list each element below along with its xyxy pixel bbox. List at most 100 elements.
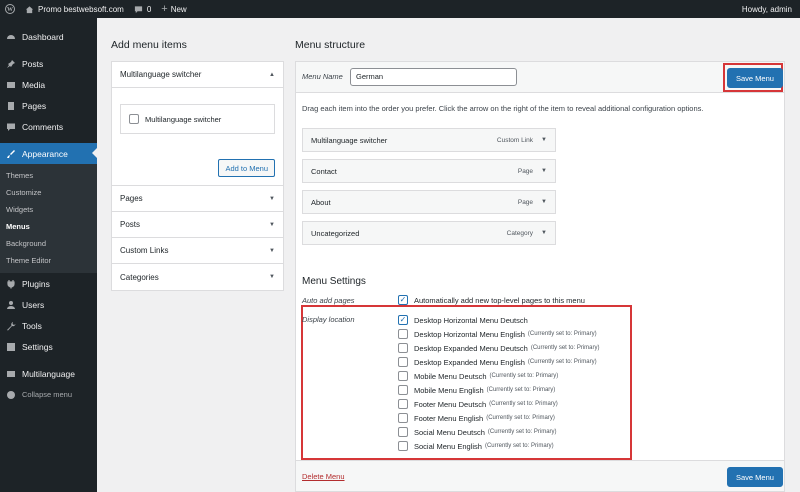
- save-menu-button-bottom[interactable]: Save Menu: [727, 467, 783, 487]
- switcher-checkbox[interactable]: [129, 114, 139, 124]
- sidebar-item-pages[interactable]: Pages: [0, 95, 97, 116]
- chevron-down-icon: ▼: [269, 195, 275, 202]
- accordion-posts[interactable]: Posts ▼: [112, 212, 283, 238]
- sidebar-item-dashboard[interactable]: Dashboard: [0, 26, 97, 47]
- location-checkbox[interactable]: [398, 441, 408, 451]
- location-note: (Currently set to: Primary): [487, 429, 557, 435]
- accordion-categories[interactable]: Categories ▼: [112, 264, 283, 290]
- location-checkbox[interactable]: [398, 357, 408, 367]
- location-name: Desktop Horizontal Menu English: [414, 329, 525, 339]
- sidebar-label: Posts: [22, 58, 44, 69]
- menu-item-uncategorized[interactable]: Uncategorized Category ▼: [302, 221, 556, 245]
- menu-item-title: Uncategorized: [311, 228, 360, 238]
- menu-structure-panel: Menu Name German Save Menu Drag each ite…: [295, 61, 785, 492]
- location-note: (Currently set to: Primary): [484, 443, 554, 449]
- site-name-link[interactable]: Promo bestwebsoft.com: [20, 0, 129, 18]
- new-label: New: [170, 4, 187, 14]
- howdy-account-link[interactable]: Howdy, admin: [737, 0, 800, 18]
- svg-text:W: W: [7, 7, 13, 13]
- new-content-link[interactable]: + New: [156, 0, 191, 18]
- location-checkbox[interactable]: [398, 399, 408, 409]
- menu-name-input[interactable]: German: [350, 68, 517, 86]
- location-checkbox[interactable]: [398, 413, 408, 423]
- sidebar-item-settings[interactable]: Settings: [0, 336, 97, 357]
- location-checkbox[interactable]: [398, 371, 408, 381]
- sidebar-item-plugins[interactable]: Plugins: [0, 273, 97, 294]
- menu-item-type: Page: [517, 198, 534, 206]
- location-name: Desktop Expanded Menu Deutsch: [414, 343, 528, 353]
- submenu-themes[interactable]: Themes: [0, 167, 97, 184]
- sidebar-item-media[interactable]: Media: [0, 74, 97, 95]
- delete-menu-link[interactable]: Delete Menu: [302, 472, 345, 481]
- menu-item-multilanguage-switcher[interactable]: Multilanguage switcher Custom Link ▼: [302, 128, 556, 152]
- sidebar-label: Settings: [22, 341, 53, 352]
- location-checkbox[interactable]: ✓: [398, 315, 408, 325]
- chevron-down-icon[interactable]: ▼: [541, 168, 547, 174]
- sidebar-item-multilanguage[interactable]: Multilanguage: [0, 363, 97, 384]
- chevron-down-icon: ▼: [269, 274, 275, 280]
- location-option: Mobile Menu English (Currently set to: P…: [398, 384, 555, 396]
- sidebar-item-comments[interactable]: Comments: [0, 116, 97, 137]
- media-icon: [7, 81, 15, 88]
- sidebar-label: Comments: [22, 121, 64, 132]
- switcher-item-list: Multilanguage switcher: [120, 104, 275, 134]
- chevron-down-icon[interactable]: ▼: [541, 137, 547, 143]
- add-menu-items-heading: Add menu items: [111, 39, 187, 51]
- comments-link[interactable]: 0: [129, 0, 156, 18]
- location-checkbox[interactable]: [398, 427, 408, 437]
- accordion-custom-links[interactable]: Custom Links ▼: [112, 238, 283, 264]
- sidebar-label: Plugins: [22, 278, 50, 289]
- menu-item-title: About: [311, 197, 331, 207]
- sidebar-label: Pages: [22, 100, 47, 111]
- language-icon: [7, 370, 15, 377]
- auto-add-checkbox[interactable]: ✓: [398, 295, 408, 305]
- sidebar-label: Tools: [22, 320, 42, 331]
- collapse-menu-button[interactable]: Collapse menu: [0, 384, 97, 405]
- sidebar-label: Media: [22, 79, 46, 90]
- location-checkbox[interactable]: [398, 329, 408, 339]
- add-to-menu-button[interactable]: Add to Menu: [218, 159, 275, 177]
- admin-bar: W Promo bestwebsoft.com 0 + New Howdy, a…: [0, 0, 800, 18]
- location-note: (Currently set to: Primary): [527, 359, 597, 365]
- submenu-customize[interactable]: Customize: [0, 184, 97, 201]
- menu-header: Menu Name German Save Menu: [296, 62, 784, 93]
- sidebar-item-appearance[interactable]: Appearance: [0, 143, 97, 164]
- menu-item-about[interactable]: About Page ▼: [302, 190, 556, 214]
- accordion-title: Custom Links: [120, 246, 169, 255]
- submenu-background[interactable]: Background: [0, 235, 97, 252]
- save-menu-button-top[interactable]: Save Menu: [727, 68, 783, 88]
- accordion-pages[interactable]: Pages ▼: [112, 186, 283, 212]
- location-checkbox[interactable]: [398, 385, 408, 395]
- location-option: Desktop Expanded Menu Deutsch (Currently…: [398, 342, 600, 354]
- location-name: Desktop Expanded Menu English: [414, 357, 525, 367]
- menu-item-title: Contact: [311, 166, 337, 176]
- chevron-down-icon[interactable]: ▼: [541, 230, 547, 236]
- location-checkbox[interactable]: [398, 343, 408, 353]
- accordion-title: Categories: [120, 272, 159, 282]
- comments-count: 0: [146, 4, 152, 14]
- submenu-menus[interactable]: Menus: [0, 218, 97, 235]
- location-note: (Currently set to: Primary): [489, 373, 559, 379]
- sidebar-item-tools[interactable]: Tools: [0, 315, 97, 336]
- location-name: Footer Menu Deutsch: [414, 399, 487, 409]
- submenu-theme-editor[interactable]: Theme Editor: [0, 252, 97, 269]
- drag-instructions: Drag each item into the order you prefer…: [302, 104, 704, 113]
- accordion-multilanguage-switcher[interactable]: Multilanguage switcher ▲: [112, 62, 283, 88]
- location-option: Desktop Horizontal Menu English (Current…: [398, 328, 597, 340]
- menu-item-contact[interactable]: Contact Page ▼: [302, 159, 556, 183]
- switcher-checkbox-label: Multilanguage switcher: [145, 114, 222, 124]
- sidebar-item-users[interactable]: Users: [0, 294, 97, 315]
- home-icon: [25, 5, 34, 13]
- chevron-up-icon: ▲: [269, 71, 275, 78]
- user-icon: [7, 300, 15, 309]
- wordpress-logo-icon[interactable]: W: [0, 0, 20, 18]
- add-menu-items-panel: Multilanguage switcher ▲ Multilanguage s…: [111, 61, 284, 291]
- sidebar-item-posts[interactable]: Posts: [0, 53, 97, 74]
- chevron-down-icon[interactable]: ▼: [541, 199, 547, 205]
- multilanguage-switcher-body: Multilanguage switcher Add to Menu: [112, 88, 283, 186]
- location-name: Mobile Menu Deutsch: [414, 371, 487, 381]
- submenu-widgets[interactable]: Widgets: [0, 201, 97, 218]
- checkmark-icon: ✓: [399, 295, 407, 304]
- location-option: ✓ Desktop Horizontal Menu Deutsch: [398, 314, 531, 326]
- auto-add-text: Automatically add new top-level pages to…: [414, 295, 585, 305]
